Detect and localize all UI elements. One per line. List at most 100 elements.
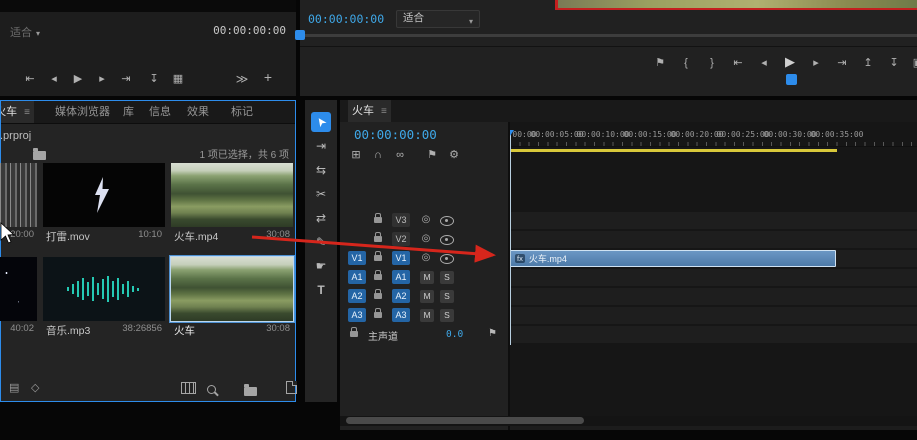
mute-button[interactable]: M (420, 290, 434, 303)
export-frame-button[interactable]: ▣ (910, 56, 917, 70)
program-playhead-handle[interactable] (295, 30, 305, 40)
snap-toggle[interactable]: ∩ (370, 148, 386, 162)
mute-button[interactable]: M (420, 271, 434, 284)
proxy-toggle-button[interactable] (786, 74, 797, 85)
automate-to-sequence-button[interactable] (181, 382, 196, 394)
ruler-label: 00:00:10:00 (576, 130, 630, 139)
track-lane-a3[interactable] (510, 307, 917, 324)
source-step-forward-button[interactable]: ▸ (94, 72, 110, 86)
source-step-back-button[interactable]: ◂ (46, 72, 62, 86)
add-marker-button[interactable]: ⚑ (424, 148, 440, 162)
find-button[interactable] (207, 385, 216, 394)
slip-tool[interactable]: ⇄ (311, 208, 331, 228)
timeline-clip-train[interactable]: fx 火车.mp4 (510, 250, 836, 267)
source-monitor-panel: 适合 ▾ 00:00:00:00 ⇤ ◂ ▶ ▸ ⇥ ↧ ▦ ≫ + (0, 0, 296, 96)
add-button-editor-button[interactable]: + (260, 70, 276, 84)
track-name-v3[interactable]: V3 (392, 213, 410, 227)
timeline-scrollbar-track[interactable] (340, 416, 917, 426)
linked-selection-toggle[interactable]: ∞ (392, 148, 408, 162)
work-area-bar[interactable] (510, 149, 837, 152)
project-item-thunder[interactable]: 打雷.mov 10:10 (43, 163, 165, 244)
add-marker-button[interactable]: ⚑ (652, 56, 668, 70)
time-ruler[interactable]: 00:00:00:00 00:00:05:00 00:00:10:00 00:0… (510, 130, 917, 147)
tab-effects[interactable]: 效果 (183, 101, 213, 123)
track-lane-a2[interactable] (510, 288, 917, 305)
tab-sequence[interactable]: 火车 ≡ (348, 100, 391, 122)
step-back-button[interactable]: ◂ (756, 56, 772, 70)
source-go-to-out-button[interactable]: ⇥ (118, 72, 134, 86)
lock-icon[interactable] (374, 213, 382, 223)
source-overwrite-button[interactable]: ▦ (170, 72, 186, 86)
type-tool[interactable]: T (311, 280, 331, 300)
timeline-timecode[interactable]: 00:00:00:00 (354, 127, 437, 142)
overflow-menu-button[interactable]: ≫ (234, 72, 250, 86)
project-file-name[interactable]: 火车.prproj (1, 127, 31, 141)
ripple-edit-tool[interactable]: ⇆ (311, 160, 331, 180)
project-item-train-sequence[interactable]: 火车 30:08 (171, 257, 293, 338)
project-item-music[interactable]: 音乐.mp3 38:26856 (43, 257, 165, 338)
step-forward-button[interactable]: ▸ (808, 56, 824, 70)
panel-menu-icon[interactable]: ≡ (24, 107, 30, 118)
tab-libraries[interactable]: 库 (119, 101, 138, 123)
pennant-icon[interactable]: ⚑ (488, 328, 497, 339)
track-lane-v2[interactable] (510, 231, 917, 248)
track-name-a2[interactable]: A2 (392, 289, 410, 303)
source-patch-a1[interactable]: A1 (348, 270, 366, 284)
source-go-to-in-button[interactable]: ⇤ (22, 72, 38, 86)
mark-out-button[interactable]: } (704, 56, 720, 70)
source-insert-button[interactable]: ↧ (146, 72, 162, 86)
source-patch-a3[interactable]: A3 (348, 308, 366, 322)
track-lane-v3[interactable] (510, 212, 917, 229)
program-zoom-select[interactable]: 适合 ▾ (396, 10, 480, 28)
lock-icon[interactable] (374, 308, 382, 318)
tab-info[interactable]: 信息 (145, 101, 175, 123)
track-lane-a1[interactable] (510, 269, 917, 286)
list-view-button[interactable]: ▤ (9, 381, 19, 394)
source-timecode[interactable]: 00:00:00:00 (186, 24, 286, 37)
icon-view-button[interactable]: ◇ (31, 381, 39, 394)
tab-media-browser[interactable]: 媒体浏览器 (51, 101, 114, 123)
toggle-output-eye-icon[interactable] (440, 216, 454, 226)
timeline-scrollbar-handle[interactable] (346, 417, 584, 424)
track-lane-master[interactable] (510, 326, 917, 343)
panel-menu-icon[interactable]: ≡ (381, 106, 387, 117)
track-name-a3[interactable]: A3 (392, 308, 410, 322)
sync-lock-icon[interactable]: ◎ (418, 213, 434, 227)
nest-insert-toggle[interactable]: ⊞ (348, 148, 364, 162)
source-play-button[interactable]: ▶ (70, 72, 86, 86)
new-item-button[interactable] (285, 381, 297, 394)
master-volume-value[interactable]: 0.0 (446, 329, 463, 340)
track-select-tool[interactable]: ⇥ (311, 136, 331, 156)
timeline-settings-button[interactable]: ⚙ (446, 148, 462, 162)
go-to-in-button[interactable]: ⇤ (730, 56, 746, 70)
lock-icon[interactable] (350, 327, 358, 337)
program-timecode[interactable]: 00:00:00:00 (308, 12, 384, 26)
lock-icon[interactable] (374, 270, 382, 280)
razor-tool[interactable]: ✂ (311, 184, 331, 204)
tab-markers[interactable]: 标记 (227, 101, 257, 123)
program-seek-bar[interactable] (300, 34, 917, 37)
solo-button[interactable]: S (440, 309, 454, 322)
tab-project-label: 项目: 火车 (1, 106, 18, 118)
playhead-head[interactable] (510, 130, 514, 136)
folder-up-icon[interactable] (33, 148, 46, 160)
extract-button[interactable]: ↧ (886, 56, 902, 70)
item-name: 火车.mp4 (174, 231, 219, 243)
new-bin-button[interactable] (244, 384, 258, 396)
source-patch-a2[interactable]: A2 (348, 289, 366, 303)
solo-button[interactable]: S (440, 271, 454, 284)
mark-in-button[interactable]: { (678, 56, 694, 70)
lock-icon[interactable] (374, 289, 382, 299)
selection-tool[interactable]: ➤ (311, 112, 331, 132)
item-duration: 40:02 (10, 323, 34, 334)
solo-button[interactable]: S (440, 290, 454, 303)
clip-label: 火车.mp4 (528, 254, 567, 264)
source-zoom-select[interactable]: 适合 ▾ (10, 24, 40, 40)
go-to-out-button[interactable]: ⇥ (834, 56, 850, 70)
track-name-a1[interactable]: A1 (392, 270, 410, 284)
project-item-partial-2[interactable]: 40:02 (0, 257, 37, 334)
lift-button[interactable]: ↥ (860, 56, 876, 70)
mute-button[interactable]: M (420, 309, 434, 322)
play-button[interactable]: ▶ (782, 55, 798, 69)
tab-project[interactable]: 项目: 火车 ≡ (1, 101, 34, 123)
